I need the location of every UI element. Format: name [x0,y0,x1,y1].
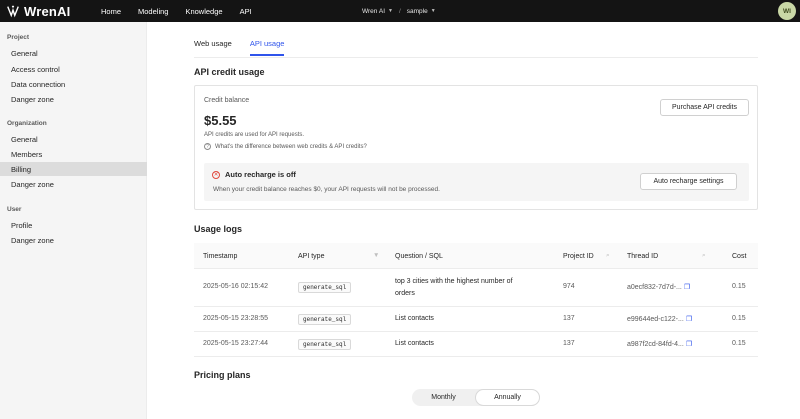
row-cost: 0.15 [732,340,746,347]
filter-icon[interactable]: ▼ [373,252,379,259]
auto-recharge-description: When your credit balance reaches $0, you… [213,186,440,193]
nav-knowledge[interactable]: Knowledge [185,7,222,16]
credit-help-link[interactable]: ? What's the difference between web cred… [204,143,367,150]
column-header-project-id: Project ID [563,252,594,260]
sidebar-item-project-danger-zone[interactable]: Danger zone [0,92,147,106]
main-content: Web usage API usage API credit usage Cre… [147,22,800,419]
top-navigation-bar: WrenAI Home Modeling Knowledge API Wren … [0,0,800,22]
nav-modeling[interactable]: Modeling [138,7,168,16]
row-thread-id: e99644ed-c122-... ❐ [627,315,692,323]
credit-help-text: What's the difference between web credit… [215,143,367,150]
sidebar-item-billing[interactable]: Billing [0,162,147,176]
table-row: 2025-05-16 02:15:42 generate_sql top 3 c… [194,269,758,307]
thread-id-text: e99644ed-c122-... [627,316,684,323]
auto-recharge-alert: ✕ Auto recharge is off When your credit … [204,163,749,201]
column-header-api-type: API type [298,252,325,260]
search-icon[interactable]: ⌕ [702,252,706,260]
row-timestamp: 2025-05-15 23:28:55 [203,315,268,322]
column-header-timestamp: Timestamp [203,252,238,260]
tab-web-usage[interactable]: Web usage [194,39,232,56]
auto-recharge-settings-button[interactable]: Auto recharge settings [640,173,737,190]
row-project-id: 137 [563,340,575,347]
question-icon: ? [204,143,211,150]
user-avatar[interactable]: WI [778,2,796,20]
row-cost: 0.15 [732,283,746,290]
row-question-line1: List contacts [395,340,434,347]
row-question-line1: top 3 cities with the highest number of [395,278,513,285]
column-header-question-sql: Question / SQL [395,252,443,260]
table-row: 2025-05-15 23:28:55 generate_sql List co… [194,307,758,332]
sidebar-item-user-danger-zone[interactable]: Danger zone [0,233,147,247]
sidebar-item-org-danger-zone[interactable]: Danger zone [0,177,147,191]
sidebar-item-org-general[interactable]: General [0,132,147,146]
row-question-line1: List contacts [395,315,434,322]
table-header: Timestamp API type ▼ Question / SQL Proj… [194,243,758,269]
workspace-project-selector: Wren AI ▼ / sample ▼ [362,0,436,22]
main-nav: Home Modeling Knowledge API [101,7,269,16]
toggle-annually[interactable]: Annually [475,389,540,406]
row-thread-id: a0ecf832-7d7d-... ❐ [627,283,690,291]
auto-recharge-title-text: Auto recharge is off [225,170,296,179]
brand-logo[interactable]: WrenAI [6,4,96,19]
brand-name: WrenAI [24,3,71,19]
sidebar-item-data-connection[interactable]: Data connection [0,77,147,91]
nav-home[interactable]: Home [101,7,121,16]
row-project-id: 974 [563,283,575,290]
sidebar-item-profile[interactable]: Profile [0,218,147,232]
credit-balance-note: API credits are used for API requests. [204,132,305,138]
table-row: 2025-05-15 23:27:44 generate_sql List co… [194,332,758,357]
purchase-api-credits-button[interactable]: Purchase API credits [660,99,749,116]
row-thread-id: a987f2cd-84fd-4... ❐ [627,340,692,348]
credit-balance-amount: $5.55 [204,113,237,128]
api-type-tag: generate_sql [298,339,352,350]
row-timestamp: 2025-05-16 02:15:42 [203,283,268,290]
close-circle-icon: ✕ [212,170,220,179]
breadcrumb-separator: / [398,7,401,15]
row-cost: 0.15 [732,315,746,322]
api-type-tag: generate_sql [298,314,352,325]
chevron-down-icon[interactable]: ▼ [388,8,393,14]
tab-divider [194,57,758,58]
copy-icon[interactable]: ❐ [686,316,692,323]
cut-off-caption [402,415,550,419]
copy-icon[interactable]: ❐ [686,341,692,348]
pricing-plans-title: Pricing plans [194,370,251,380]
usage-logs-title: Usage logs [194,224,243,234]
sidebar-item-project-general[interactable]: General [0,46,147,60]
wren-logo-icon [7,5,19,18]
sidebar-item-members[interactable]: Members [0,147,147,161]
credit-balance-card: Credit balance $5.55 API credits are use… [194,85,758,210]
toggle-monthly[interactable]: Monthly [412,389,475,406]
row-timestamp: 2025-05-15 23:27:44 [203,340,268,347]
chevron-down-icon[interactable]: ▼ [431,8,436,14]
workspace-selector[interactable]: Wren AI [362,8,385,15]
column-header-thread-id: Thread ID [627,252,659,260]
api-credit-usage-title: API credit usage [194,67,265,77]
copy-icon[interactable]: ❐ [684,284,690,291]
api-type-tag: generate_sql [298,282,352,293]
billing-period-toggle: Monthly Annually [412,389,540,406]
auto-recharge-title: ✕ Auto recharge is off [212,170,296,179]
nav-api[interactable]: API [240,7,252,16]
settings-sidebar: Project General Access control Data conn… [0,22,147,419]
sidebar-item-access-control[interactable]: Access control [0,62,147,76]
sidebar-group-project: Project [7,34,30,41]
sidebar-group-organization: Organization [7,120,47,127]
column-header-cost: Cost [732,252,747,260]
thread-id-text: a0ecf832-7d7d-... [627,284,682,291]
row-question-line2: orders [395,290,415,297]
tab-api-usage[interactable]: API usage [249,39,285,56]
sidebar-group-user: User [7,206,22,213]
row-project-id: 137 [563,315,575,322]
credit-balance-label: Credit balance [204,97,250,104]
usage-tabs: Web usage API usage [194,39,302,56]
search-icon[interactable]: ⌕ [606,252,610,260]
thread-id-text: a987f2cd-84fd-4... [627,341,684,348]
project-selector[interactable]: sample [407,8,428,15]
